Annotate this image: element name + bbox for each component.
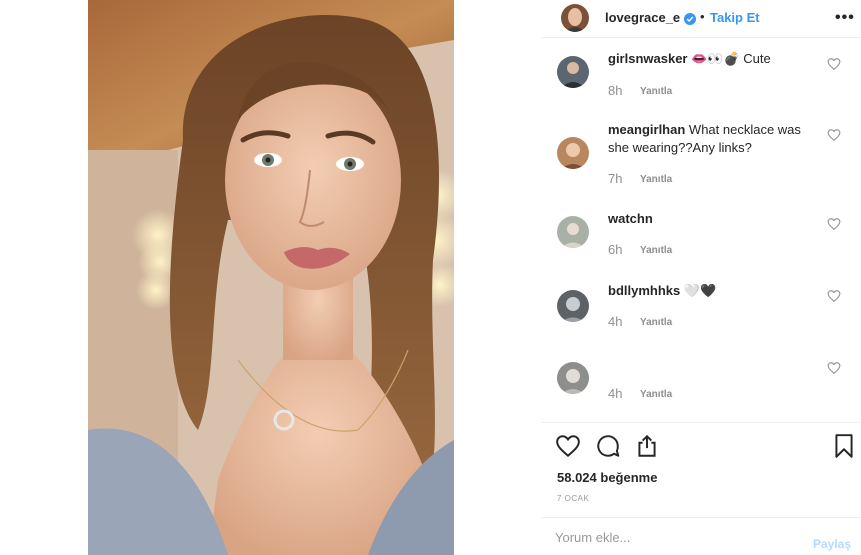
comment-item: bdllymhhks 🤍🖤 4h Yanıtla bbox=[541, 276, 861, 348]
comment-icon[interactable] bbox=[595, 433, 621, 459]
commenter-avatar[interactable] bbox=[557, 137, 589, 169]
commenter-avatar[interactable] bbox=[557, 216, 589, 248]
comment-time: 8h bbox=[608, 83, 623, 98]
comment-input[interactable] bbox=[555, 528, 775, 546]
post-actions: 58.024 beğenme 7 OCAK bbox=[541, 422, 861, 517]
bookmark-icon[interactable] bbox=[831, 433, 857, 459]
comment-time: 4h bbox=[608, 386, 623, 401]
comment-like-heart-icon[interactable] bbox=[827, 361, 841, 375]
post-photo[interactable] bbox=[88, 0, 454, 555]
reply-button[interactable]: Yanıtla bbox=[640, 86, 672, 97]
reply-button[interactable]: Yanıtla bbox=[640, 389, 672, 400]
follow-button[interactable]: Takip Et bbox=[710, 10, 760, 25]
comment-item: meangirlhan What necklace was she wearin… bbox=[541, 114, 861, 186]
reply-button[interactable]: Yanıtla bbox=[640, 245, 672, 256]
comment-like-heart-icon[interactable] bbox=[827, 289, 841, 303]
comment-like-heart-icon[interactable] bbox=[827, 217, 841, 231]
post-header: lovegrace_e • Takip Et ••• bbox=[541, 0, 861, 38]
comment-body: 🤍🖤 bbox=[683, 283, 717, 298]
verified-badge-icon bbox=[684, 12, 696, 25]
comment-text: watchn bbox=[608, 210, 823, 228]
comment-time: 6h bbox=[608, 242, 623, 257]
heart-icon[interactable] bbox=[555, 433, 581, 459]
comment-username[interactable]: girlsnwasker bbox=[608, 51, 688, 66]
add-comment-bar: Paylaş bbox=[541, 517, 861, 555]
instagram-post-page: lovegrace_e • Takip Et ••• girlsnwasker … bbox=[0, 0, 861, 555]
commenter-avatar[interactable] bbox=[557, 362, 589, 394]
more-options-icon[interactable]: ••• bbox=[835, 9, 855, 27]
comment-text: meangirlhan What necklace was she wearin… bbox=[608, 121, 823, 157]
post-comment-button[interactable]: Paylaş bbox=[813, 537, 851, 551]
post-details-panel: lovegrace_e • Takip Et ••• girlsnwasker … bbox=[541, 0, 861, 555]
comment-text: girlsnwasker 👄👀💣 Cute bbox=[608, 50, 823, 68]
comment-like-heart-icon[interactable] bbox=[827, 57, 841, 71]
comment-username[interactable]: bdllymhhks bbox=[608, 283, 680, 298]
comment-text: bdllymhhks 🤍🖤 bbox=[608, 282, 823, 300]
post-date: 7 OCAK bbox=[557, 494, 590, 503]
reply-button[interactable]: Yanıtla bbox=[640, 317, 672, 328]
author-avatar[interactable] bbox=[561, 4, 589, 32]
comment-time: 4h bbox=[608, 314, 623, 329]
author-username[interactable]: lovegrace_e bbox=[605, 10, 680, 25]
comment-time: 7h bbox=[608, 171, 623, 186]
comment-item: watchn 6h Yanıtla bbox=[541, 204, 861, 276]
comment-body: 👄👀💣 Cute bbox=[691, 51, 771, 66]
comment-item: girlsnwasker 👄👀💣 Cute 8h Yanıtla bbox=[541, 40, 861, 112]
commenter-avatar[interactable] bbox=[557, 56, 589, 88]
share-icon[interactable] bbox=[634, 433, 660, 459]
comment-item: 4h Yanıtla bbox=[541, 348, 861, 420]
comment-username[interactable]: meangirlhan bbox=[608, 122, 685, 137]
commenter-avatar[interactable] bbox=[557, 290, 589, 322]
header-separator: • bbox=[700, 9, 705, 24]
reply-button[interactable]: Yanıtla bbox=[640, 174, 672, 185]
comment-username[interactable]: watchn bbox=[608, 211, 653, 226]
comments-list[interactable]: girlsnwasker 👄👀💣 Cute 8h Yanıtla meangir… bbox=[541, 38, 861, 422]
comment-like-heart-icon[interactable] bbox=[827, 128, 841, 142]
likes-count[interactable]: 58.024 beğenme bbox=[557, 470, 657, 485]
